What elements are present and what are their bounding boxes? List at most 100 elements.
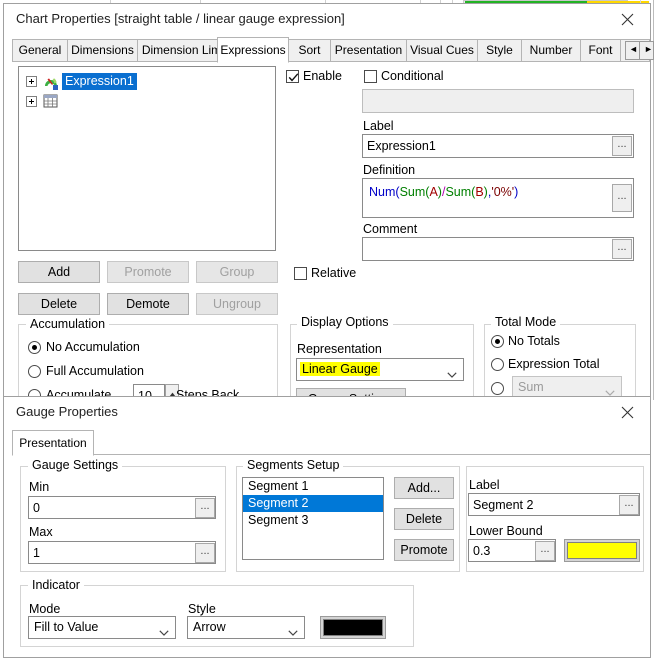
- max-input[interactable]: 1: [28, 541, 216, 564]
- delete-expression-button[interactable]: Delete: [18, 293, 100, 315]
- tab-style[interactable]: Style: [477, 39, 522, 62]
- gauge-icon: [43, 74, 59, 90]
- lower-bound-label: Lower Bound: [469, 524, 543, 538]
- segment-delete-button[interactable]: Delete: [394, 508, 454, 530]
- definition-token: '0%': [491, 185, 515, 199]
- tab-presentation-gauge[interactable]: Presentation: [12, 430, 94, 456]
- total-mode-group-label: Total Mode: [491, 315, 561, 329]
- comment-field-label: Comment: [363, 222, 418, 236]
- label-browse-button[interactable]: ...: [612, 136, 632, 156]
- indicator-group-label: Indicator: [28, 578, 84, 592]
- tree-item-label[interactable]: Expression1: [62, 73, 137, 90]
- segment-label-input[interactable]: Segment 2: [468, 493, 640, 516]
- representation-label: Representation: [297, 342, 382, 356]
- list-item[interactable]: Segment 2: [243, 495, 383, 512]
- segment-label-browse-button[interactable]: ...: [619, 495, 639, 515]
- tab-visual-cues[interactable]: Visual Cues: [406, 39, 478, 62]
- tree-expander-icon[interactable]: [26, 76, 37, 87]
- lower-bound-browse-button[interactable]: ...: [535, 541, 555, 561]
- indicator-color-fill: [323, 619, 383, 636]
- relative-checkbox[interactable]: [294, 267, 307, 280]
- segments-setup-group-label: Segments Setup: [243, 458, 344, 472]
- definition-expression-text: Num(Sum(A)/Sum(B),'0%'): [369, 185, 518, 199]
- group-expression-button: Group: [196, 261, 278, 283]
- max-browse-button[interactable]: ...: [195, 543, 215, 563]
- indicator-style-combobox[interactable]: Arrow: [187, 616, 305, 639]
- definition-input[interactable]: Num(Sum(A)/Sum(B),'0%'): [362, 178, 634, 218]
- relative-label: Relative: [311, 266, 357, 280]
- display-options-group-label: Display Options: [297, 315, 393, 329]
- radio-expression-total[interactable]: [491, 358, 504, 371]
- definition-browse-button[interactable]: ...: [612, 184, 632, 212]
- ungroup-expression-button: Ungroup: [196, 293, 278, 315]
- tab-font[interactable]: Font: [580, 39, 621, 62]
- chart-properties-title: Chart Properties [straight table / linea…: [16, 11, 345, 26]
- promote-expression-button: Promote: [107, 261, 189, 283]
- radio-no-accumulation-label: No Accumulation: [46, 340, 140, 354]
- definition-token: Sum(: [445, 185, 476, 199]
- tree-expander-icon[interactable]: [26, 96, 37, 107]
- gauge-settings-group-label: Gauge Settings: [28, 458, 123, 472]
- max-label: Max: [29, 525, 53, 539]
- radio-full-accumulation-label: Full Accumulation: [46, 364, 144, 378]
- tab-expressions[interactable]: Expressions: [217, 37, 289, 63]
- list-item[interactable]: Segment 1: [243, 478, 383, 495]
- definition-token: B: [475, 185, 484, 199]
- radio-no-accumulation[interactable]: [28, 341, 41, 354]
- segment-add-button[interactable]: Add...: [394, 477, 454, 499]
- close-icon[interactable]: [606, 397, 650, 427]
- chevron-down-icon: [159, 625, 169, 638]
- chevron-down-icon: [288, 625, 298, 638]
- gauge-properties-dialog: Gauge Properties Presentation Gauge Sett…: [3, 396, 651, 658]
- radio-expression-total-label: Expression Total: [508, 357, 600, 371]
- enable-label: Enable: [303, 69, 342, 83]
- tab-scroll-left-button[interactable]: ◄: [625, 41, 640, 60]
- tab-scroll-right-label: ►: [644, 44, 653, 54]
- conditional-checkbox[interactable]: [364, 70, 377, 83]
- label-input[interactable]: Expression1: [362, 134, 634, 158]
- tab-general[interactable]: General: [12, 39, 68, 62]
- radio-full-accumulation[interactable]: [28, 365, 41, 378]
- indicator-mode-label: Mode: [29, 602, 61, 616]
- segment-color-swatch[interactable]: [564, 539, 640, 562]
- conditional-input[interactable]: [362, 89, 634, 113]
- conditional-label: Conditional: [381, 69, 444, 83]
- representation-combobox[interactable]: Linear Gauge: [296, 358, 464, 381]
- definition-token: A: [429, 185, 438, 199]
- tab-dimensions[interactable]: Dimensions: [67, 39, 138, 62]
- tab-presentation[interactable]: Presentation: [330, 39, 407, 62]
- gauge-properties-titlebar: Gauge Properties: [4, 397, 650, 429]
- chevron-down-icon: [447, 367, 457, 380]
- indicator-color-swatch[interactable]: [320, 616, 386, 639]
- segment-promote-button[interactable]: Promote: [394, 539, 454, 561]
- close-icon[interactable]: [606, 4, 650, 34]
- indicator-mode-combobox[interactable]: Fill to Value: [28, 616, 176, 639]
- min-input[interactable]: 0: [28, 496, 216, 519]
- aggregation-value: Sum: [518, 380, 544, 394]
- enable-checkbox[interactable]: [286, 70, 299, 83]
- expression-tree[interactable]: Expression1: [18, 66, 276, 251]
- table-icon: [43, 94, 58, 109]
- indicator-mode-value: Fill to Value: [34, 620, 99, 634]
- tabstrip-baseline: [289, 61, 650, 62]
- tab-number[interactable]: Number: [521, 39, 581, 62]
- radio-aggregation-total[interactable]: [491, 382, 504, 395]
- min-browse-button[interactable]: ...: [195, 498, 215, 518]
- accumulation-group-label: Accumulation: [26, 317, 110, 331]
- demote-expression-button[interactable]: Demote: [107, 293, 189, 315]
- indicator-style-value: Arrow: [193, 620, 226, 634]
- chart-properties-titlebar: Chart Properties [straight table / linea…: [4, 4, 650, 36]
- add-expression-button[interactable]: Add: [18, 261, 100, 283]
- gauge-tabstrip-baseline: [94, 454, 650, 455]
- comment-browse-button[interactable]: ...: [612, 239, 632, 259]
- representation-value: Linear Gauge: [300, 362, 380, 376]
- indicator-style-label: Style: [188, 602, 216, 616]
- tab-scroll-right-button[interactable]: ►: [639, 41, 654, 60]
- chart-properties-dialog: Chart Properties [straight table / linea…: [3, 3, 654, 412]
- segments-listbox[interactable]: Segment 1 Segment 2 Segment 3: [242, 477, 384, 560]
- radio-no-totals[interactable]: [491, 335, 504, 348]
- tab-sort[interactable]: Sort: [288, 39, 331, 62]
- list-item[interactable]: Segment 3: [243, 512, 383, 529]
- tabstrip-baseline: [12, 61, 217, 62]
- comment-input[interactable]: [362, 237, 634, 261]
